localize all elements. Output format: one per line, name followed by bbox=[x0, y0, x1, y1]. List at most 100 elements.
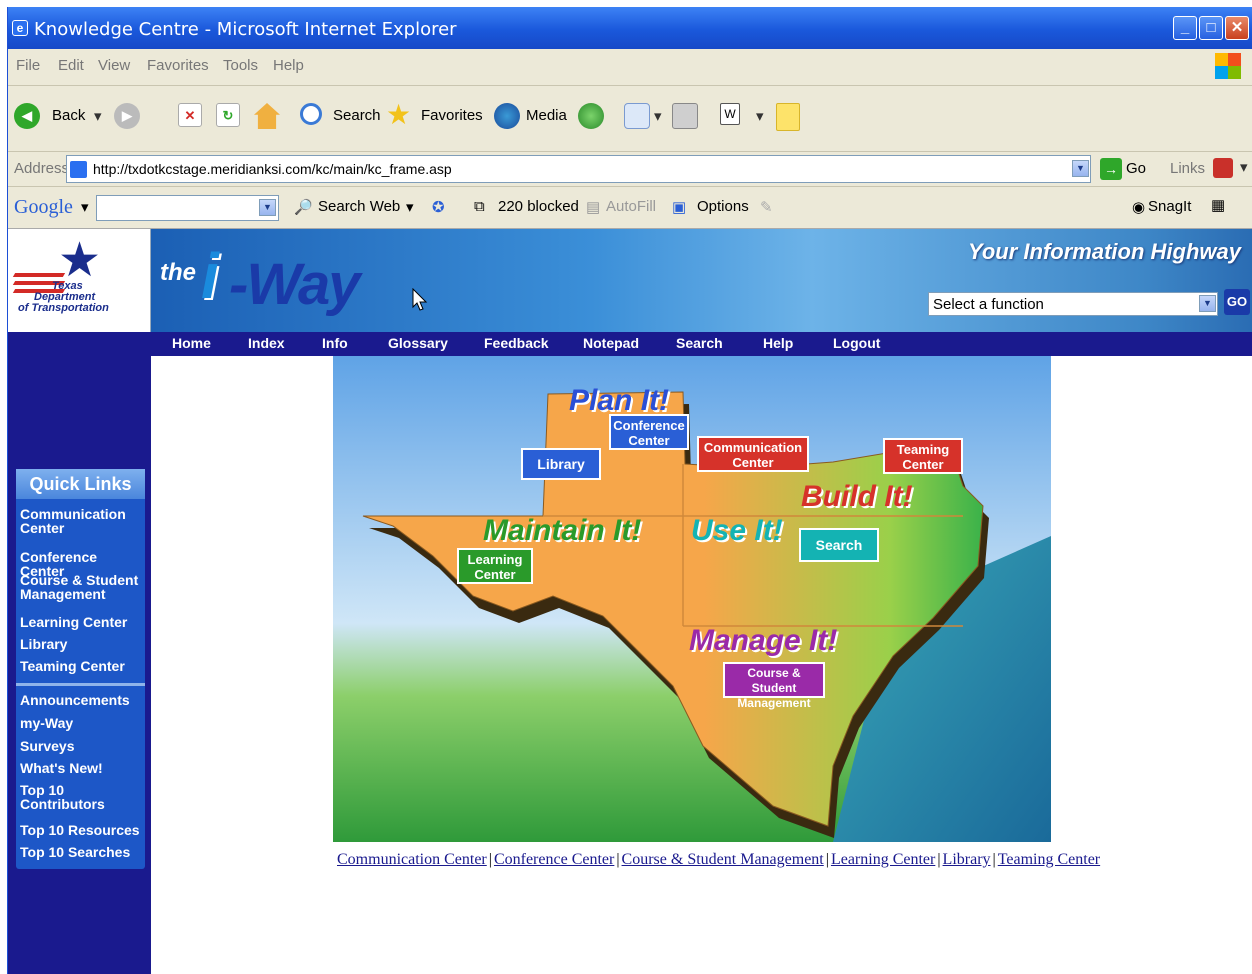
nav-logout[interactable]: Logout bbox=[833, 335, 880, 351]
highlight-icon[interactable]: ✎ bbox=[760, 198, 773, 216]
snagit-button[interactable]: SnagIt bbox=[1148, 198, 1191, 215]
search-icon[interactable] bbox=[300, 103, 322, 125]
popup-blocker-icon[interactable]: ⧉ bbox=[474, 198, 485, 215]
snagit-icon[interactable]: ◉ bbox=[1132, 198, 1145, 216]
region-build-it[interactable]: Build It! bbox=[801, 480, 913, 514]
nav-index[interactable]: Index bbox=[248, 335, 285, 351]
sign-learning-center[interactable]: Learning Center bbox=[457, 548, 533, 584]
ql-top10-resources[interactable]: Top 10 Resources bbox=[20, 823, 140, 837]
ql-announcements[interactable]: Announcements bbox=[20, 693, 130, 707]
function-select-dropdown-icon[interactable]: ▼ bbox=[1199, 295, 1216, 312]
footer-link-course-student-management[interactable]: Course & Student Management bbox=[622, 851, 824, 868]
back-button[interactable]: Back bbox=[52, 107, 85, 124]
autofill-icon[interactable]: ▤ bbox=[586, 198, 600, 216]
nav-notepad[interactable]: Notepad bbox=[583, 335, 639, 351]
forward-icon[interactable]: ▶ bbox=[114, 103, 140, 129]
autofill-button[interactable]: AutoFill bbox=[606, 198, 656, 215]
nav-home[interactable]: Home bbox=[172, 335, 211, 351]
home-icon[interactable] bbox=[254, 103, 280, 129]
snagit-capture-icon[interactable]: ▦ bbox=[1211, 196, 1225, 214]
address-input[interactable]: http://txdotkcstage.meridianksi.com/kc/m… bbox=[66, 155, 1091, 183]
sign-conference-center[interactable]: Conference Center bbox=[609, 414, 689, 450]
print-icon[interactable] bbox=[672, 103, 698, 129]
media-icon[interactable] bbox=[494, 103, 520, 129]
ql-top10-searches[interactable]: Top 10 Searches bbox=[20, 845, 130, 859]
menu-favorites[interactable]: Favorites bbox=[147, 57, 209, 74]
search-web-dropdown-icon[interactable]: ▾ bbox=[406, 198, 414, 216]
sign-course-student-management[interactable]: Course & Student Management bbox=[723, 662, 825, 710]
footer-separator: | bbox=[616, 851, 620, 868]
refresh-icon[interactable]: ↻ bbox=[216, 103, 240, 127]
menu-file[interactable]: File bbox=[16, 57, 40, 74]
sign-communication-center[interactable]: Communication Center bbox=[697, 436, 809, 472]
nav-glossary[interactable]: Glossary bbox=[388, 335, 448, 351]
ql-library[interactable]: Library bbox=[20, 637, 67, 651]
options-button[interactable]: Options bbox=[697, 198, 749, 215]
back-dropdown-icon[interactable]: ▾ bbox=[94, 107, 102, 125]
edit-word-icon[interactable]: W bbox=[720, 103, 740, 125]
menu-view[interactable]: View bbox=[98, 57, 130, 74]
footer-link-learning-center[interactable]: Learning Center bbox=[831, 851, 935, 868]
links-button[interactable]: Links bbox=[1170, 160, 1205, 177]
pagerank-icon[interactable]: ✪ bbox=[432, 198, 445, 216]
search-web-button[interactable]: Search Web bbox=[318, 198, 400, 215]
popup-blocker-count[interactable]: 220 blocked bbox=[498, 198, 579, 215]
media-button[interactable]: Media bbox=[526, 107, 567, 124]
quick-links-panel: Quick Links Communication Center Confere… bbox=[16, 469, 145, 869]
minimize-button[interactable]: _ bbox=[1173, 16, 1197, 40]
footer-separator: | bbox=[937, 851, 941, 868]
stop-icon[interactable]: ✕ bbox=[178, 103, 202, 127]
google-logo[interactable]: Google bbox=[14, 196, 73, 219]
favorites-button[interactable]: Favorites bbox=[421, 107, 483, 124]
ql-teaming-center[interactable]: Teaming Center bbox=[20, 659, 125, 673]
footer-link-communication-center[interactable]: Communication Center bbox=[337, 851, 487, 868]
region-plan-it[interactable]: Plan It! bbox=[569, 384, 669, 418]
nav-help[interactable]: Help bbox=[763, 335, 793, 351]
ql-whats-new[interactable]: What's New! bbox=[20, 761, 103, 775]
ql-surveys[interactable]: Surveys bbox=[20, 739, 74, 753]
region-maintain-it[interactable]: Maintain It! bbox=[483, 514, 641, 548]
sign-search[interactable]: Search bbox=[799, 528, 879, 562]
mail-dropdown-icon[interactable]: ▾ bbox=[654, 107, 662, 125]
sign-library[interactable]: Library bbox=[521, 448, 601, 480]
go-arrow-icon[interactable]: → bbox=[1100, 158, 1122, 180]
discuss-icon[interactable] bbox=[776, 103, 800, 131]
acrobat-dropdown-icon[interactable]: ▾ bbox=[1240, 158, 1248, 176]
nav-info[interactable]: Info bbox=[322, 335, 348, 351]
menu-help[interactable]: Help bbox=[273, 57, 304, 74]
maximize-button[interactable]: □ bbox=[1199, 16, 1223, 40]
nav-search[interactable]: Search bbox=[676, 335, 723, 351]
acrobat-icon[interactable] bbox=[1213, 158, 1233, 178]
options-icon[interactable]: ▣ bbox=[672, 198, 686, 216]
function-go-button[interactable]: GO bbox=[1224, 289, 1250, 315]
txdot-logo[interactable]: ★ Texas Department of Transportation bbox=[8, 229, 151, 332]
ql-my-way[interactable]: my-Way bbox=[20, 716, 73, 730]
address-dropdown-icon[interactable]: ▼ bbox=[1072, 160, 1089, 177]
search-button[interactable]: Search bbox=[333, 107, 381, 124]
ql-course-student-management[interactable]: Course & Student Management bbox=[20, 573, 140, 601]
footer-link-teaming-center[interactable]: Teaming Center bbox=[998, 851, 1100, 868]
ql-communication-center[interactable]: Communication Center bbox=[20, 507, 140, 535]
function-select[interactable]: Select a function ▼ bbox=[928, 292, 1218, 316]
ql-learning-center[interactable]: Learning Center bbox=[20, 615, 127, 629]
footer-link-conference-center[interactable]: Conference Center bbox=[494, 851, 614, 868]
edit-dropdown-icon[interactable]: ▾ bbox=[756, 107, 764, 125]
nav-feedback[interactable]: Feedback bbox=[484, 335, 549, 351]
google-search-dropdown-icon[interactable]: ▼ bbox=[259, 199, 276, 216]
search-web-icon[interactable]: 🔎 bbox=[294, 198, 313, 216]
region-use-it[interactable]: Use It! bbox=[691, 514, 783, 548]
back-icon[interactable]: ◀ bbox=[14, 103, 40, 129]
sign-teaming-center[interactable]: Teaming Center bbox=[883, 438, 963, 474]
google-search-input[interactable]: ▼ bbox=[96, 195, 279, 221]
history-icon[interactable] bbox=[578, 103, 604, 129]
footer-link-library[interactable]: Library bbox=[943, 851, 991, 868]
ql-top10-contributors[interactable]: Top 10 Contributors bbox=[20, 783, 120, 811]
favorites-star-icon[interactable]: ★ bbox=[386, 98, 411, 131]
mail-icon[interactable] bbox=[624, 103, 650, 129]
menu-tools[interactable]: Tools bbox=[223, 57, 258, 74]
menu-edit[interactable]: Edit bbox=[58, 57, 84, 74]
go-button[interactable]: Go bbox=[1126, 160, 1146, 177]
close-button[interactable]: ✕ bbox=[1225, 16, 1249, 40]
google-menu-icon[interactable]: ▾ bbox=[81, 198, 89, 216]
region-manage-it[interactable]: Manage It! bbox=[689, 624, 837, 658]
